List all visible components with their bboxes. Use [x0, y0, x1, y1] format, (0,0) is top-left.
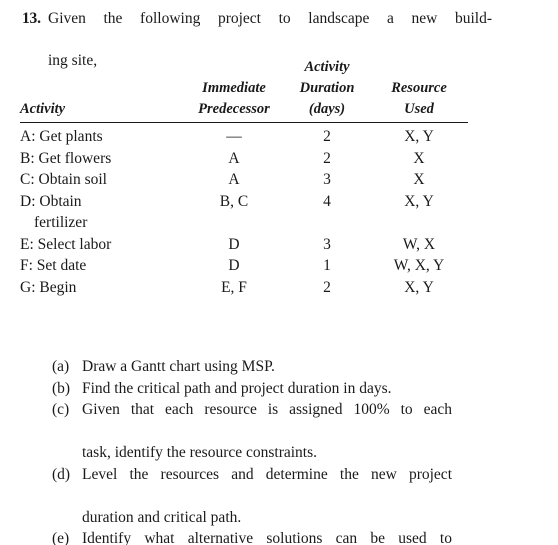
sub-question-label: (d)	[52, 465, 71, 483]
cell-duration: 2	[323, 128, 331, 145]
cell-activity: D: Obtain fertilizer	[20, 191, 184, 234]
table-row: E: Select labor D 3 W, X	[20, 234, 468, 256]
cell-activity-line-2: fertilizer	[34, 214, 88, 231]
header-spacer-activity	[20, 58, 184, 79]
cell-activity: G: Begin	[20, 278, 77, 296]
activity-table: Activity Immediate Duration Resource Act…	[20, 58, 468, 298]
cell-activity: C: Obtain soil	[20, 171, 107, 188]
sub-question-line: duration and critical path.	[82, 508, 242, 526]
cell-resource: W, X	[402, 235, 436, 253]
sub-question-label: (b)	[52, 379, 71, 397]
cell-activity: A: Get plants	[20, 128, 103, 145]
cell-resource: W, X, Y	[393, 257, 445, 274]
sub-question-line: Find the critical path and project durat…	[82, 379, 392, 397]
question-text-line-1: Given the following project to landscape…	[48, 10, 492, 27]
cell-predecessor: D	[228, 257, 240, 274]
sub-question-b: (b) Find the critical path and project d…	[52, 378, 452, 400]
sub-question-text: Find the critical path and project durat…	[82, 378, 452, 400]
activity-table-container: Activity Immediate Duration Resource Act…	[20, 58, 468, 298]
cell-resource: X	[413, 171, 425, 188]
sub-question-label: (e)	[52, 530, 70, 545]
cell-duration: 3	[323, 235, 331, 253]
table-header-row-top: Activity	[20, 58, 468, 79]
cell-duration: 1	[323, 257, 331, 274]
cell-predecessor: A	[228, 171, 240, 188]
cell-duration: 2	[323, 149, 331, 167]
table-row: G: Begin E, F 2 X, Y	[20, 277, 468, 299]
cell-resource: X, Y	[404, 128, 434, 145]
table-header: Activity Immediate Duration Resource Act…	[20, 58, 468, 123]
cell-duration: 2	[323, 278, 331, 296]
cell-predecessor: —	[226, 128, 242, 145]
cell-duration: 3	[323, 171, 331, 188]
sub-question-text: Draw a Gantt chart using MSP.	[82, 356, 452, 378]
sub-question-label: (a)	[52, 358, 70, 375]
cell-activity-line-1: D: Obtain	[20, 192, 82, 210]
cell-predecessor: B, C	[219, 192, 249, 210]
sub-question-line: task, identify the resource constraints.	[82, 444, 318, 461]
sub-question-a: (a) Draw a Gantt chart using MSP.	[52, 356, 452, 378]
sub-question-d: (d) Level the resources and determine th…	[52, 464, 452, 529]
table-row: F: Set date D 1 W, X, Y	[20, 255, 468, 277]
header-resource-line-1: Resource	[391, 80, 447, 96]
cell-predecessor: A	[228, 149, 240, 167]
header-predecessor-line-2: Predecessor	[184, 100, 284, 123]
table-row: A: Get plants — 2 X, Y	[20, 123, 468, 148]
header-duration-line-1: Activity	[304, 59, 350, 75]
sub-question-text: Given that each resource is assigned 100…	[82, 399, 452, 464]
cell-predecessor: E, F	[221, 278, 247, 296]
header-duration-line-2: Duration	[299, 80, 355, 96]
sub-question-text: Level the resources and determine the ne…	[82, 464, 452, 529]
cell-resource: X, Y	[404, 192, 434, 210]
table-row: B: Get flowers A 2 X	[20, 148, 468, 170]
header-resource-line-2: Used	[370, 100, 468, 123]
table-row: D: Obtain fertilizer B, C 4 X, Y	[20, 191, 468, 234]
table-header-row-middle: Immediate Duration Resource	[20, 79, 468, 100]
table-body: A: Get plants — 2 X, Y B: Get flowers A …	[20, 123, 468, 299]
header-spacer-activity-2	[20, 79, 184, 100]
cell-activity: F: Set date	[20, 257, 87, 274]
question-number: 13.	[22, 10, 41, 27]
sub-question-text: Identify what alternative solutions can …	[82, 528, 452, 545]
header-spacer-resource	[370, 58, 468, 79]
sub-question-line: Given that each resource is assigned 100…	[82, 401, 452, 418]
cell-predecessor: D	[228, 235, 240, 253]
header-activity: Activity	[20, 100, 184, 123]
sub-question-e: (e) Identify what alternative solutions …	[52, 528, 452, 545]
table-row: C: Obtain soil A 3 X	[20, 169, 468, 191]
cell-resource: X	[413, 149, 425, 167]
table-header-row-bottom: Activity Predecessor (days) Used	[20, 100, 468, 123]
document-page: 13. Given the following project to lands…	[0, 0, 558, 545]
header-predecessor-line-1: Immediate	[202, 80, 266, 96]
cell-activity: E: Select labor	[20, 235, 112, 253]
sub-question-line: Level the resources and determine the ne…	[82, 465, 452, 483]
cell-duration: 4	[323, 192, 331, 210]
sub-question-label: (c)	[52, 401, 70, 418]
sub-question-c: (c) Given that each resource is assigned…	[52, 399, 452, 464]
header-spacer-predecessor	[184, 58, 284, 79]
sub-question-line: Draw a Gantt chart using MSP.	[82, 358, 275, 375]
sub-question-line: Identify what alternative solutions can …	[82, 530, 452, 545]
sub-questions-list: (a) Draw a Gantt chart using MSP. (b) Fi…	[52, 356, 452, 545]
cell-resource: X, Y	[404, 278, 434, 296]
cell-activity: B: Get flowers	[20, 149, 112, 167]
header-duration-line-3: (days)	[284, 100, 370, 123]
